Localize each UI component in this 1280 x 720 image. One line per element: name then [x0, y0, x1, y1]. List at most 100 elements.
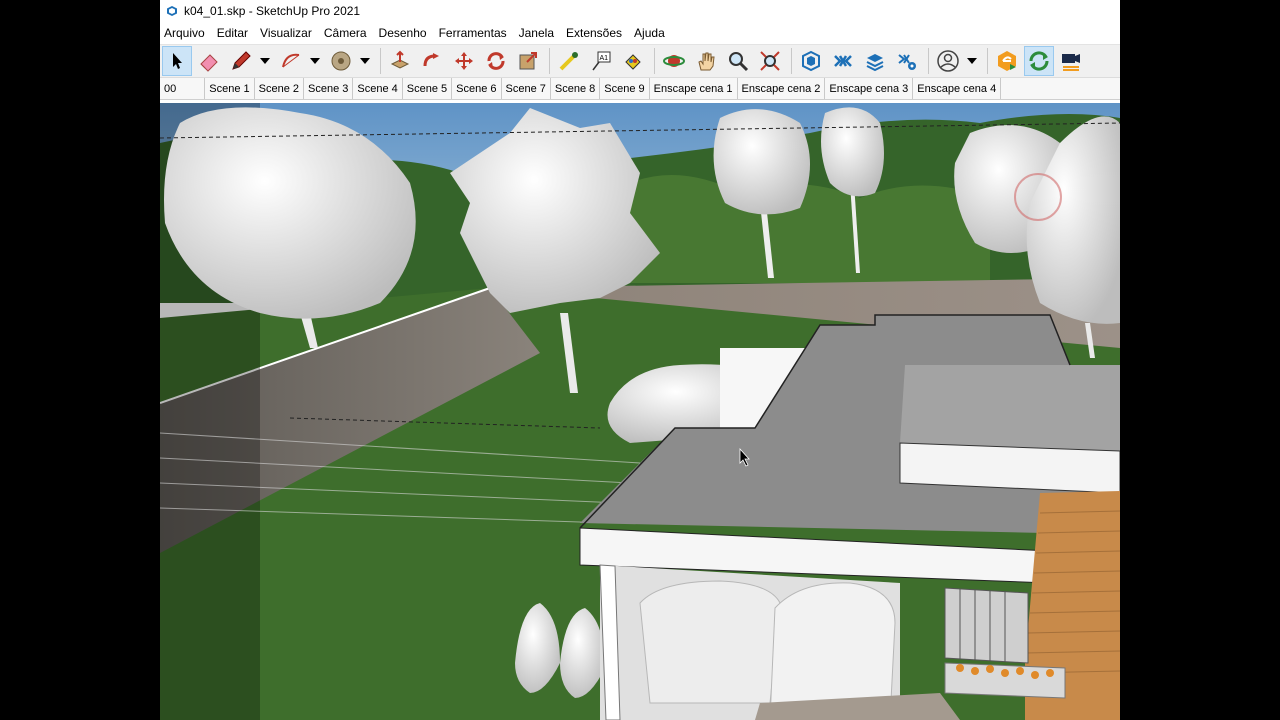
- scale-tool-button[interactable]: [513, 46, 543, 76]
- toolbar-separator: [928, 48, 929, 74]
- sketchup-window: k04_01.skp - SketchUp Pro 2021 Arquivo E…: [160, 0, 1120, 720]
- pencil-tool-button[interactable]: [226, 46, 256, 76]
- pan-tool-button[interactable]: [691, 46, 721, 76]
- extension-warehouse-button[interactable]: [828, 46, 858, 76]
- car-left: [639, 580, 781, 704]
- scene-tab-00[interactable]: 00: [160, 78, 206, 99]
- scene-tabs-bar: 00 Scene 1 Scene 2 Scene 3 Scene 4 Scene…: [160, 78, 1120, 100]
- toolbar-separator: [380, 48, 381, 74]
- toolbar-separator: [987, 48, 988, 74]
- enscape-sync-button[interactable]: [1024, 46, 1054, 76]
- push-pull-icon: [390, 50, 410, 69]
- toolbar-separator: [654, 48, 655, 74]
- enscape-video-icon: [1062, 54, 1080, 71]
- zoom-extents-tool-button[interactable]: [755, 46, 785, 76]
- enscape-start-button[interactable]: [992, 46, 1022, 76]
- menu-visualizar[interactable]: Visualizar: [260, 26, 318, 40]
- scene-tab-scene-1[interactable]: Scene 1: [205, 78, 255, 99]
- forest-highlight: [630, 175, 990, 283]
- scene-tab-scene-8[interactable]: Scene 8: [550, 78, 601, 99]
- paint-bucket-icon: [331, 51, 351, 71]
- toolbar-separator: [549, 48, 550, 74]
- scene-tab-scene-7[interactable]: Scene 7: [501, 78, 551, 99]
- scene-tab-scene-3[interactable]: Scene 3: [304, 78, 354, 99]
- eraser-tool-button[interactable]: [194, 46, 224, 76]
- scene-tab-enscape-cena-4[interactable]: Enscape cena 4: [913, 78, 1002, 99]
- enscape-sync-icon: [1029, 51, 1049, 71]
- account-icon: [937, 50, 959, 72]
- pan-icon: [698, 52, 715, 71]
- scene-tab-scene-9[interactable]: Scene 9: [600, 78, 650, 99]
- text-tool-button[interactable]: A1: [586, 46, 616, 76]
- text-icon: A1: [592, 51, 611, 71]
- follow-me-icon: [423, 53, 439, 67]
- select-icon: [173, 53, 182, 69]
- paint-tool-button[interactable]: [618, 46, 648, 76]
- svg-text:A1: A1: [600, 55, 609, 62]
- enscape-start-icon: [998, 51, 1016, 71]
- follow-me-tool-button[interactable]: [417, 46, 447, 76]
- menu-ajuda[interactable]: Ajuda: [634, 26, 671, 40]
- pencil-icon: [232, 51, 251, 70]
- scene-tab-scene-5[interactable]: Scene 5: [402, 78, 453, 99]
- menu-camera[interactable]: Câmera: [324, 26, 373, 40]
- zoom-tool-button[interactable]: [723, 46, 753, 76]
- extension-warehouse-icon: [834, 55, 852, 67]
- move-icon: [455, 52, 473, 70]
- chevron-down-icon: [967, 58, 977, 64]
- menu-janela[interactable]: Janela: [519, 26, 560, 40]
- arc-dropdown[interactable]: [308, 46, 322, 76]
- arc-icon: [282, 53, 300, 68]
- title-bar: k04_01.skp - SketchUp Pro 2021: [160, 0, 1120, 22]
- enscape-video-button[interactable]: [1056, 46, 1086, 76]
- paint-icon: [625, 54, 641, 70]
- rotate-icon: [487, 52, 505, 70]
- account-button[interactable]: [933, 46, 963, 76]
- orbit-icon: [663, 55, 685, 67]
- scene-tab-scene-4[interactable]: Scene 4: [353, 78, 403, 99]
- zoom-extents-icon: [760, 51, 780, 71]
- roof-upper: [900, 365, 1120, 451]
- menu-ferramentas[interactable]: Ferramentas: [439, 26, 513, 40]
- account-dropdown[interactable]: [965, 46, 979, 76]
- select-tool-button[interactable]: [162, 46, 192, 76]
- pencil-dropdown[interactable]: [258, 46, 272, 76]
- menu-arquivo[interactable]: Arquivo: [164, 26, 211, 40]
- arc-tool-button[interactable]: [276, 46, 306, 76]
- warehouse-icon: [802, 50, 820, 72]
- window-grid: [944, 587, 1029, 664]
- extension-manager-icon: [898, 54, 916, 70]
- 3d-scene[interactable]: [160, 103, 1120, 720]
- rotate-tool-button[interactable]: [481, 46, 511, 76]
- extension-manager-button[interactable]: [892, 46, 922, 76]
- menu-extensoes[interactable]: Extensões: [566, 26, 628, 40]
- scene-tab-enscape-cena-2[interactable]: Enscape cena 2: [737, 78, 826, 99]
- zoom-icon: [729, 52, 749, 72]
- window-title: k04_01.skp - SketchUp Pro 2021: [184, 4, 361, 18]
- chevron-down-icon: [360, 58, 370, 64]
- tape-measure-tool-button[interactable]: [554, 46, 584, 76]
- scene-tab-enscape-cena-1[interactable]: Enscape cena 1: [649, 78, 738, 99]
- menu-bar: Arquivo Editar Visualizar Câmera Desenho…: [160, 22, 1120, 44]
- shapes-dropdown[interactable]: [358, 46, 372, 76]
- sketchup-logo-icon: [167, 6, 177, 16]
- eraser-icon: [200, 54, 218, 72]
- scene-tab-scene-2[interactable]: Scene 2: [254, 78, 304, 99]
- model-viewport[interactable]: [160, 103, 1120, 720]
- chevron-down-icon: [260, 58, 270, 64]
- main-toolbar: A1: [160, 44, 1120, 78]
- shapes-tool-button[interactable]: [326, 46, 356, 76]
- 3d-warehouse-button[interactable]: [796, 46, 826, 76]
- scene-tab-scene-6[interactable]: Scene 6: [452, 78, 502, 99]
- push-pull-tool-button[interactable]: [385, 46, 415, 76]
- layout-button[interactable]: [860, 46, 890, 76]
- chevron-down-icon: [310, 58, 320, 64]
- scale-icon: [519, 52, 537, 70]
- scene-tab-enscape-cena-3[interactable]: Enscape cena 3: [825, 78, 914, 99]
- layout-icon: [866, 54, 884, 72]
- menu-editar[interactable]: Editar: [217, 26, 254, 40]
- tape-measure-icon: [559, 52, 578, 71]
- menu-desenho[interactable]: Desenho: [379, 26, 433, 40]
- orbit-tool-button[interactable]: [659, 46, 689, 76]
- move-tool-button[interactable]: [449, 46, 479, 76]
